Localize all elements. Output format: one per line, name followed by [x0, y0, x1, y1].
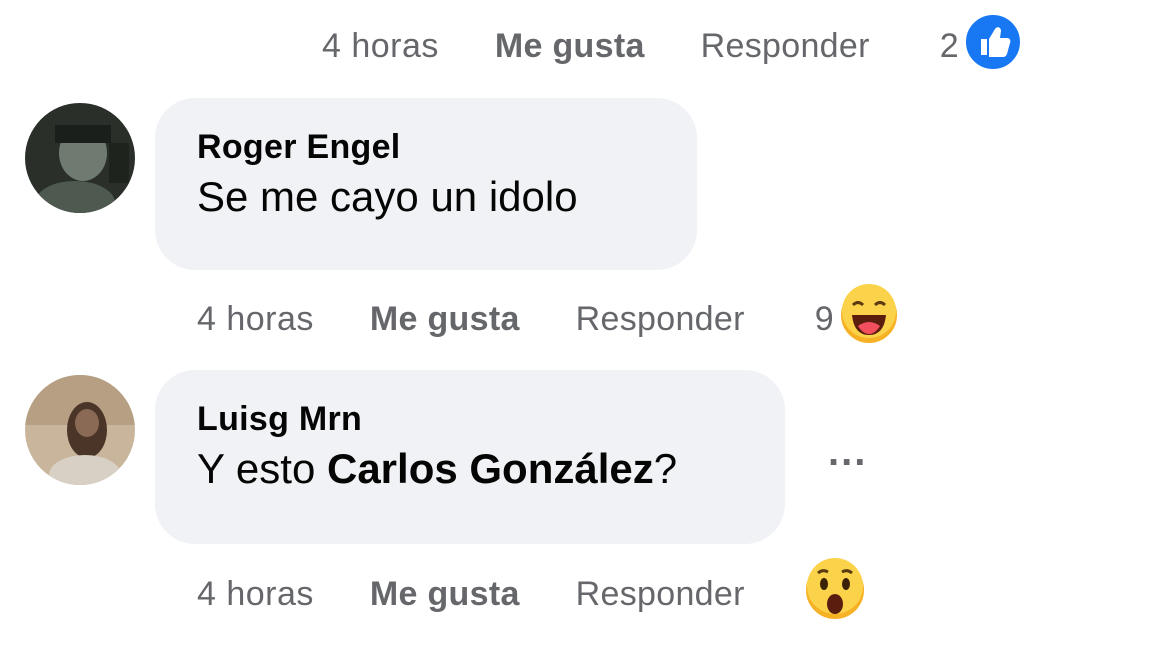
reaction-count[interactable]: 2 [940, 27, 959, 66]
reaction-count[interactable]: 9 [815, 300, 834, 339]
reply-button[interactable]: Responder [576, 575, 745, 614]
avatar[interactable] [25, 103, 135, 213]
comment-actions: 4 horas Me gusta Responder 9 [197, 283, 900, 345]
reply-button[interactable]: Responder [701, 27, 870, 66]
like-button[interactable]: Me gusta [495, 27, 645, 66]
comment-actions: 4 horas Me gusta Responder [197, 557, 867, 621]
like-button[interactable]: Me gusta [370, 575, 520, 614]
like-icon[interactable] [963, 12, 1023, 81]
timestamp[interactable]: 4 horas [322, 27, 439, 66]
comment-bubble: Roger Engel Se me cayo un idolo [155, 98, 697, 270]
haha-icon[interactable] [838, 283, 900, 355]
comment-text-suffix: ? [653, 445, 678, 492]
wow-icon[interactable] [803, 557, 867, 631]
avatar[interactable] [25, 375, 135, 485]
reply-button[interactable]: Responder [576, 300, 745, 339]
timestamp[interactable]: 4 horas [197, 575, 314, 614]
like-button[interactable]: Me gusta [370, 300, 520, 339]
comment-text: Se me cayo un idolo [197, 173, 578, 220]
comment-actions-top: 4 horas Me gusta Responder 2 [322, 12, 1023, 71]
mention-link[interactable]: Carlos González [327, 445, 654, 492]
comment-author[interactable]: Roger Engel [197, 128, 657, 167]
comment-author[interactable]: Luisg Mrn [197, 400, 745, 439]
timestamp[interactable]: 4 horas [197, 300, 314, 339]
comment-text-prefix: Y esto [197, 445, 327, 492]
comment-text: Y esto Carlos González? [197, 445, 745, 493]
more-options-icon[interactable]: ... [828, 430, 867, 475]
comment-bubble: Luisg Mrn Y esto Carlos González? [155, 370, 785, 544]
